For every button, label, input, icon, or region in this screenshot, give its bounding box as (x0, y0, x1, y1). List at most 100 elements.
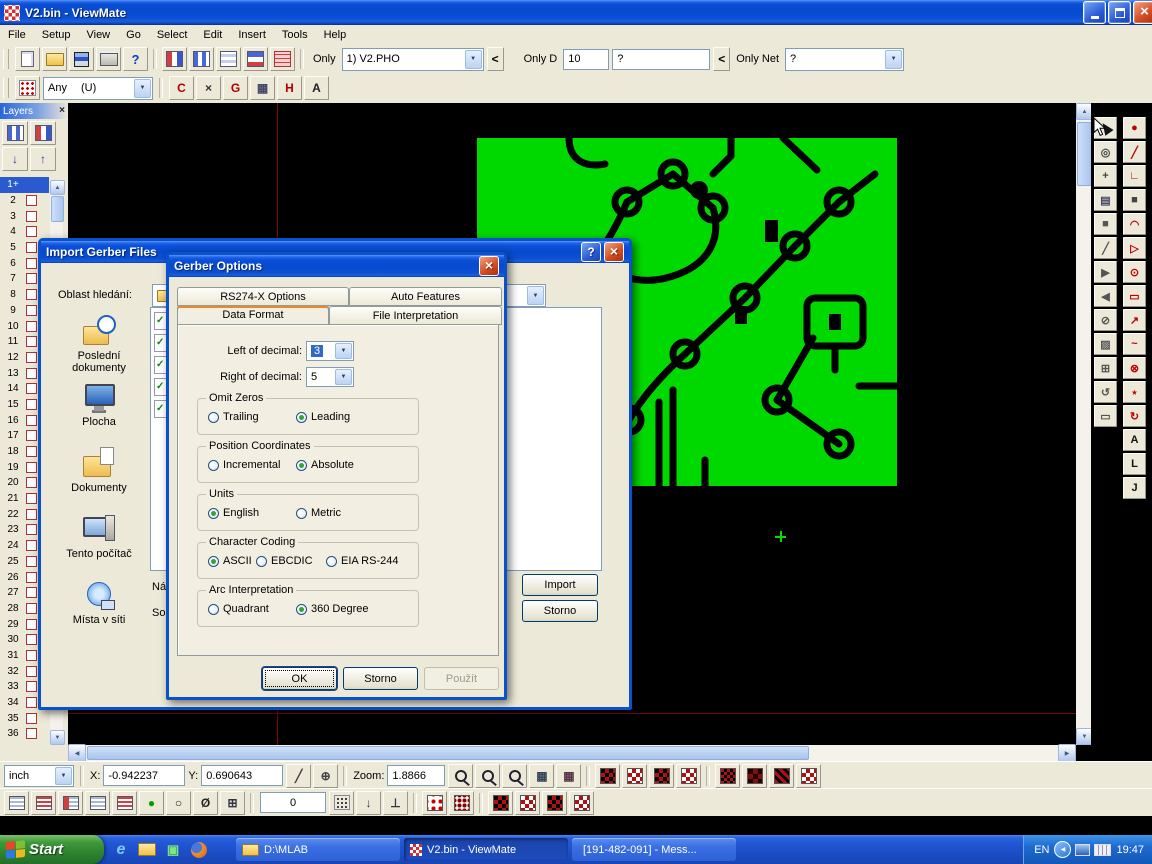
add-arc-icon[interactable]: ◠ (1123, 213, 1146, 235)
menu-go[interactable]: Go (118, 25, 149, 45)
radio-dot-icon[interactable] (208, 556, 219, 567)
disable-tool-icon[interactable]: ⊘ (1094, 309, 1117, 331)
place-recent-documents[interactable]: Poslední dokumenty (51, 315, 147, 381)
place-desktop[interactable]: Plocha (51, 381, 147, 447)
layer-table-icon[interactable] (2, 121, 28, 145)
add-curve-icon[interactable]: ~ (1123, 333, 1146, 355)
net-combo[interactable]: ? (785, 48, 904, 71)
measure-icon[interactable]: ╱ (286, 764, 311, 788)
scroll-thumb[interactable] (87, 746, 809, 760)
fill-tool-icon[interactable]: ■ (1094, 213, 1117, 235)
close-panel-icon[interactable]: × (59, 106, 65, 116)
aperture-report-icon[interactable] (216, 47, 241, 71)
prev-layer-button[interactable]: < (487, 47, 504, 71)
dropdown-arrow-icon[interactable] (527, 286, 544, 305)
layer-visibility-box[interactable] (26, 619, 37, 630)
layer-stack-icon-3[interactable] (58, 791, 83, 815)
dcode-table-icon[interactable] (162, 47, 187, 71)
layer-visibility-box[interactable] (26, 352, 37, 363)
red-dot-pattern-icon-2[interactable] (449, 791, 474, 815)
place-documents[interactable]: Dokumenty (51, 447, 147, 513)
dcode-grid-icon[interactable]: ▦ (529, 764, 554, 788)
film-box-icon[interactable] (243, 47, 268, 71)
layer-visibility-box[interactable] (26, 540, 37, 551)
radio-ascii[interactable]: ASCII (208, 555, 256, 567)
taskbar-window--191-482-091-mess-[interactable]: [191-482-091] - Mess... (572, 838, 736, 861)
dropdown-arrow-icon[interactable] (55, 767, 72, 785)
layer-visibility-box[interactable] (26, 524, 37, 535)
radio-metric[interactable]: Metric (296, 507, 341, 519)
move-tool-icon[interactable]: + (1094, 165, 1117, 187)
only-layer-toggle[interactable]: Only (310, 53, 339, 65)
film-pattern-icon-1[interactable] (595, 764, 620, 788)
toolbar-grip[interactable] (3, 78, 9, 98)
layer-row[interactable]: 2 (0, 193, 49, 209)
radio-trailing[interactable]: Trailing (208, 411, 296, 423)
layer-visibility-box[interactable] (26, 368, 37, 379)
cancel-import-button[interactable]: Storno (522, 600, 598, 622)
origin-icon[interactable]: ⊕ (313, 764, 338, 788)
place-network-places[interactable]: Místa v síti (51, 579, 147, 645)
film-pattern-icon-4[interactable] (676, 764, 701, 788)
menu-select[interactable]: Select (149, 25, 196, 45)
film-pattern-icon-3[interactable] (649, 764, 674, 788)
frame-tool-icon[interactable]: ▭ (1094, 405, 1117, 427)
radio-360-degree[interactable]: 360 Degree (296, 603, 369, 615)
zoom-field[interactable]: 1.8866 (387, 765, 445, 786)
line-probe-icon[interactable]: ╱ (1094, 237, 1117, 259)
tab-rs274x-options[interactable]: RS274-X Options (177, 287, 349, 306)
layer-row[interactable]: 36 (0, 726, 49, 742)
add-text-icon[interactable]: A (1123, 429, 1146, 451)
cut-tool-icon[interactable]: ⊗ (1123, 357, 1146, 379)
radio-dot-icon[interactable] (296, 508, 307, 519)
highlight-grid-icon[interactable] (15, 76, 40, 100)
x-coordinate-field[interactable]: -0.942237 (103, 765, 185, 786)
step-back-icon[interactable]: ◀ (1094, 285, 1117, 307)
scroll-left-icon[interactable]: ◀ (68, 744, 86, 762)
checker-icon-3[interactable] (542, 791, 567, 815)
radio-absolute[interactable]: Absolute (296, 459, 354, 471)
help-button[interactable] (581, 242, 601, 262)
radio-leading[interactable]: Leading (296, 411, 350, 423)
layer-stack-icon-5[interactable] (112, 791, 137, 815)
cancel-button[interactable]: Storno (343, 667, 418, 690)
add-point-icon[interactable]: ● (1123, 117, 1146, 139)
layer-visibility-box[interactable] (26, 713, 37, 724)
layer-visibility-box[interactable] (26, 697, 37, 708)
snap-down-icon[interactable]: ↓ (356, 791, 381, 815)
film-pattern-icon-2[interactable] (622, 764, 647, 788)
add-l-text-icon[interactable]: L (1123, 453, 1146, 475)
edit-dcodes-icon[interactable] (270, 47, 295, 71)
dot-grid-icon[interactable] (329, 791, 354, 815)
layer-visibility-box[interactable] (26, 289, 37, 300)
close-button[interactable] (479, 256, 499, 276)
green-lamp-icon[interactable]: ● (139, 791, 164, 815)
y-coordinate-field[interactable]: 0.690643 (201, 765, 283, 786)
letter-g-icon[interactable]: G (223, 76, 248, 100)
taskbar-window-v2-bin-viewmate[interactable]: V2.bin - ViewMate (404, 838, 568, 861)
vertical-scrollbar[interactable]: ▲ ▼ (1076, 103, 1091, 745)
scroll-down-icon[interactable]: ▼ (50, 730, 65, 745)
scroll-right-icon[interactable]: ▶ (1058, 744, 1076, 762)
film-pattern-icon-5[interactable] (715, 764, 740, 788)
import-button[interactable]: Import (522, 574, 598, 596)
layer-visibility-box[interactable] (26, 211, 37, 222)
zoom-all-icon[interactable] (502, 764, 527, 788)
layer-visibility-box[interactable] (26, 273, 37, 284)
probe-lamp-icon[interactable]: Ø (193, 791, 218, 815)
save-file-icon[interactable] (69, 47, 94, 71)
letter-h-icon[interactable]: H (277, 76, 302, 100)
start-button[interactable]: Start (0, 835, 104, 864)
layer-stack-icon-2[interactable] (31, 791, 56, 815)
layers-panel-header[interactable]: Layers × (0, 103, 68, 119)
layer-visibility-box[interactable] (26, 321, 37, 332)
snap-grid-icon[interactable]: ⊞ (1094, 357, 1117, 379)
add-polygon-icon[interactable]: ▷ (1123, 237, 1146, 259)
display-settings-icon[interactable] (1075, 844, 1090, 856)
checker-icon-4[interactable] (569, 791, 594, 815)
open-file-icon[interactable] (42, 47, 67, 71)
right-of-decimal-combo[interactable]: 5 (306, 367, 354, 387)
dcode-field[interactable]: 10 (563, 49, 609, 70)
horizontal-scrollbar[interactable]: ◀ ▶ (68, 745, 1076, 761)
add-pad-icon[interactable]: ■ (1123, 189, 1146, 211)
